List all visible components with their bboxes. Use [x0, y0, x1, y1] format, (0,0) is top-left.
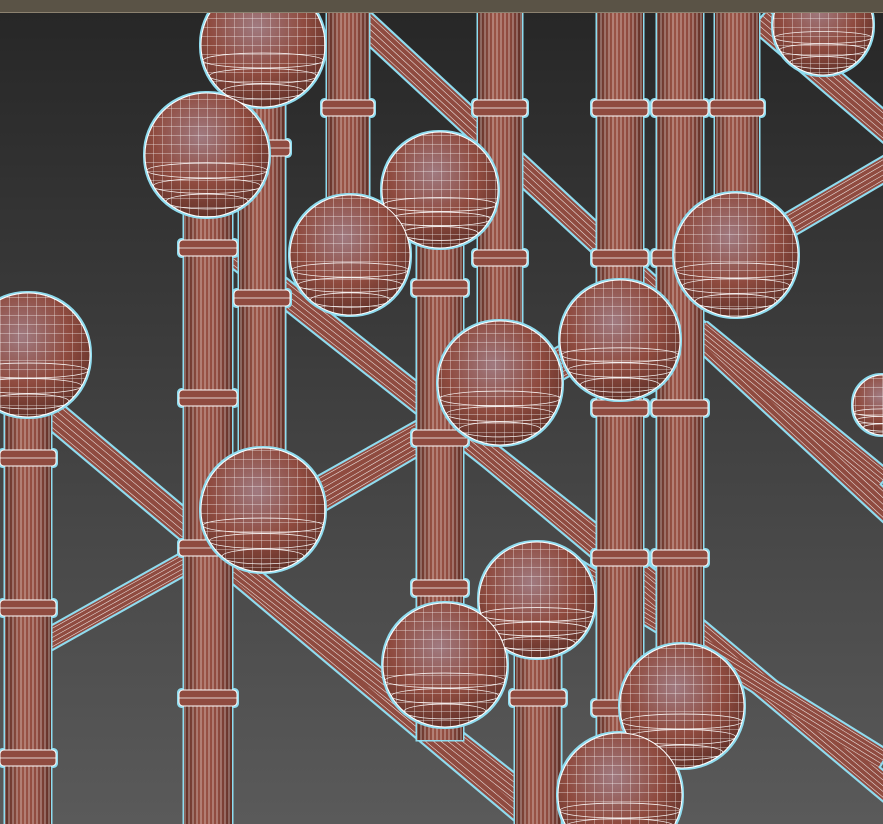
sphere[interactable]	[673, 192, 799, 318]
sphere[interactable]	[437, 320, 563, 446]
sphere[interactable]	[289, 194, 411, 316]
sphere[interactable]	[200, 447, 326, 573]
3d-viewport[interactable]	[0, 0, 883, 824]
viewport-top-border	[0, 0, 883, 13]
sphere[interactable]	[382, 602, 508, 728]
vertical-rod[interactable]	[0, 360, 57, 824]
sphere[interactable]	[559, 279, 681, 401]
vertical-rod[interactable]	[321, 13, 375, 200]
viewport-scene[interactable]	[0, 13, 883, 824]
sphere[interactable]	[144, 92, 270, 218]
